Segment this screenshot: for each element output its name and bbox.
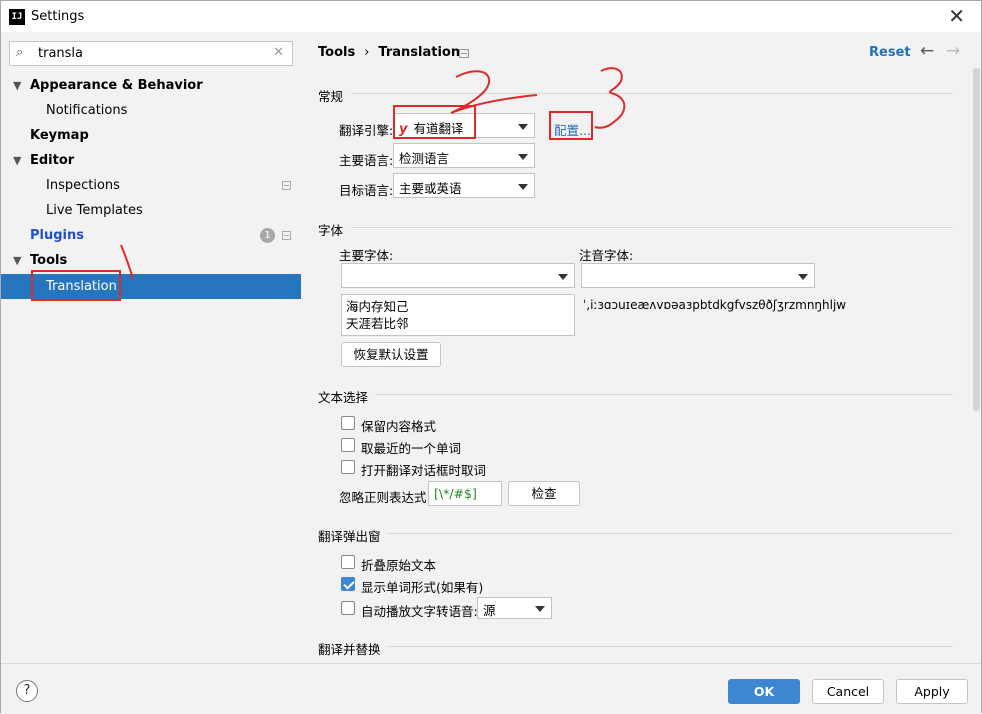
sidebar-item-plugins[interactable]: Plugins 1 bbox=[1, 223, 301, 248]
phonetic-preview: ˈ,iːɜɑɔuɪeæʌvɒəaɜpbtdkgfvszθðʃʒrzmnŋhljw bbox=[583, 298, 847, 312]
sidebar-item-notifications[interactable]: Notifications bbox=[1, 98, 301, 123]
breadcrumb: Tools › Translation bbox=[318, 45, 460, 60]
primary-font-label: 主要字体: bbox=[339, 248, 394, 263]
intellij-app-icon: IJ bbox=[9, 9, 25, 25]
reset-link[interactable]: Reset bbox=[869, 45, 911, 60]
project-settings-icon bbox=[282, 181, 291, 190]
target-language-label: 目标语言: bbox=[339, 183, 394, 198]
annotation-box-translation bbox=[31, 270, 121, 301]
annotation-box-engine bbox=[393, 105, 476, 139]
settings-sidebar: ⌕ ✕ ▼ Appearance & Behavior Notification… bbox=[1, 32, 301, 663]
section-title-text-selection: 文本选择 bbox=[318, 390, 369, 405]
vertical-scrollbar[interactable] bbox=[973, 68, 980, 411]
section-title-translate-replace: 翻译并替换 bbox=[318, 642, 381, 657]
plugins-update-badge: 1 bbox=[260, 228, 275, 243]
phonetic-font-select[interactable] bbox=[581, 263, 815, 288]
sidebar-item-live-templates[interactable]: Live Templates bbox=[1, 198, 301, 223]
window-title: Settings bbox=[31, 9, 85, 24]
close-icon[interactable]: ✕ bbox=[948, 5, 965, 27]
section-title-general: 常规 bbox=[318, 89, 344, 104]
title-bar: IJ Settings ✕ bbox=[1, 1, 981, 32]
sidebar-item-label: Inspections bbox=[46, 178, 120, 193]
take-on-open-label: 打开翻译对话框时取词 bbox=[361, 463, 487, 478]
engine-label: 翻译引擎: bbox=[339, 123, 394, 138]
breadcrumb-separator: › bbox=[364, 45, 370, 60]
annotation-box-configure bbox=[549, 111, 593, 140]
primary-font-select[interactable] bbox=[341, 263, 575, 288]
sidebar-item-label: Plugins bbox=[30, 228, 84, 243]
show-word-forms-label: 显示单词形式(如果有) bbox=[361, 580, 484, 595]
sidebar-item-label: Appearance & Behavior bbox=[30, 78, 203, 93]
phonetic-font-label: 注音字体: bbox=[579, 248, 634, 263]
divider bbox=[387, 533, 953, 534]
sidebar-item-inspections[interactable]: Inspections bbox=[1, 173, 301, 198]
fold-original-checkbox[interactable] bbox=[341, 555, 355, 569]
ignore-regex-label: 忽略正则表达式: bbox=[339, 490, 431, 505]
font-preview-area: 海内存知己 天涯若比邻 bbox=[341, 294, 575, 336]
breadcrumb-translation: Translation bbox=[378, 45, 461, 60]
divider bbox=[351, 227, 953, 228]
chevron-down-icon[interactable]: ▼ bbox=[13, 148, 21, 173]
help-icon[interactable]: ? bbox=[16, 680, 38, 702]
chevron-down-icon bbox=[518, 154, 528, 160]
primary-language-select[interactable]: 检测语言 bbox=[393, 143, 535, 168]
restore-defaults-button[interactable]: 恢复默认设置 bbox=[341, 342, 441, 367]
divider bbox=[351, 93, 953, 94]
chevron-down-icon bbox=[798, 274, 808, 280]
target-language-select[interactable]: 主要或英语 bbox=[393, 173, 535, 198]
sidebar-item-label: Notifications bbox=[46, 103, 128, 118]
show-word-forms-checkbox[interactable] bbox=[341, 577, 355, 591]
keep-format-checkbox[interactable] bbox=[341, 416, 355, 430]
sidebar-item-label: Live Templates bbox=[46, 203, 143, 218]
cancel-button[interactable]: Cancel bbox=[812, 679, 884, 704]
chevron-down-icon[interactable]: ▼ bbox=[13, 73, 21, 98]
divider bbox=[387, 646, 953, 647]
search-icon: ⌕ bbox=[16, 45, 24, 60]
tts-source-value: 源 bbox=[483, 603, 496, 618]
search-input[interactable] bbox=[38, 44, 268, 63]
chevron-down-icon bbox=[558, 274, 568, 280]
tts-source-select[interactable]: 源 bbox=[477, 597, 552, 619]
keep-format-label: 保留内容格式 bbox=[361, 419, 437, 434]
font-preview-line2: 天涯若比邻 bbox=[346, 316, 409, 331]
nearest-word-label: 取最近的一个单词 bbox=[361, 441, 462, 456]
primary-language-value: 检测语言 bbox=[399, 151, 450, 166]
fold-original-label: 折叠原始文本 bbox=[361, 558, 437, 573]
section-title-popup: 翻译弹出窗 bbox=[318, 529, 381, 544]
search-box[interactable]: ⌕ ✕ bbox=[9, 41, 293, 66]
take-on-open-checkbox[interactable] bbox=[341, 460, 355, 474]
project-settings-icon bbox=[459, 49, 469, 58]
sidebar-item-appearance-behavior[interactable]: ▼ Appearance & Behavior bbox=[1, 73, 301, 98]
forward-arrow-icon[interactable]: → bbox=[946, 41, 960, 61]
settings-window: IJ Settings ✕ ⌕ ✕ ▼ Appearance & Behavio… bbox=[0, 0, 982, 713]
primary-language-label: 主要语言: bbox=[339, 153, 394, 168]
chevron-down-icon bbox=[535, 606, 545, 612]
auto-tts-checkbox[interactable] bbox=[341, 601, 355, 615]
nearest-word-checkbox[interactable] bbox=[341, 438, 355, 452]
sidebar-item-editor[interactable]: ▼ Editor bbox=[1, 148, 301, 173]
chevron-down-icon bbox=[518, 124, 528, 130]
sidebar-item-keymap[interactable]: Keymap bbox=[1, 123, 301, 148]
sidebar-item-label: Keymap bbox=[30, 128, 89, 143]
ignore-regex-value: [\*/#$] bbox=[434, 486, 477, 501]
back-arrow-icon[interactable]: ← bbox=[920, 41, 934, 61]
project-settings-icon bbox=[282, 231, 291, 240]
target-language-value: 主要或英语 bbox=[399, 181, 462, 196]
apply-button[interactable]: Apply bbox=[896, 679, 968, 704]
chevron-down-icon[interactable]: ▼ bbox=[13, 248, 21, 273]
auto-tts-label: 自动播放文字转语音: bbox=[361, 604, 478, 619]
section-title-font: 字体 bbox=[318, 223, 344, 238]
font-preview-line1: 海内存知己 bbox=[346, 299, 409, 314]
ignore-regex-input[interactable]: [\*/#$] bbox=[428, 481, 502, 506]
check-regex-button[interactable]: 检查 bbox=[508, 481, 580, 506]
ok-button[interactable]: OK bbox=[728, 679, 800, 704]
dialog-footer: ? OK Cancel Apply bbox=[1, 663, 981, 713]
breadcrumb-tools: Tools bbox=[318, 45, 356, 60]
divider bbox=[375, 394, 953, 395]
clear-search-icon[interactable]: ✕ bbox=[273, 45, 284, 60]
chevron-down-icon bbox=[518, 184, 528, 190]
sidebar-item-label: Editor bbox=[30, 153, 75, 168]
